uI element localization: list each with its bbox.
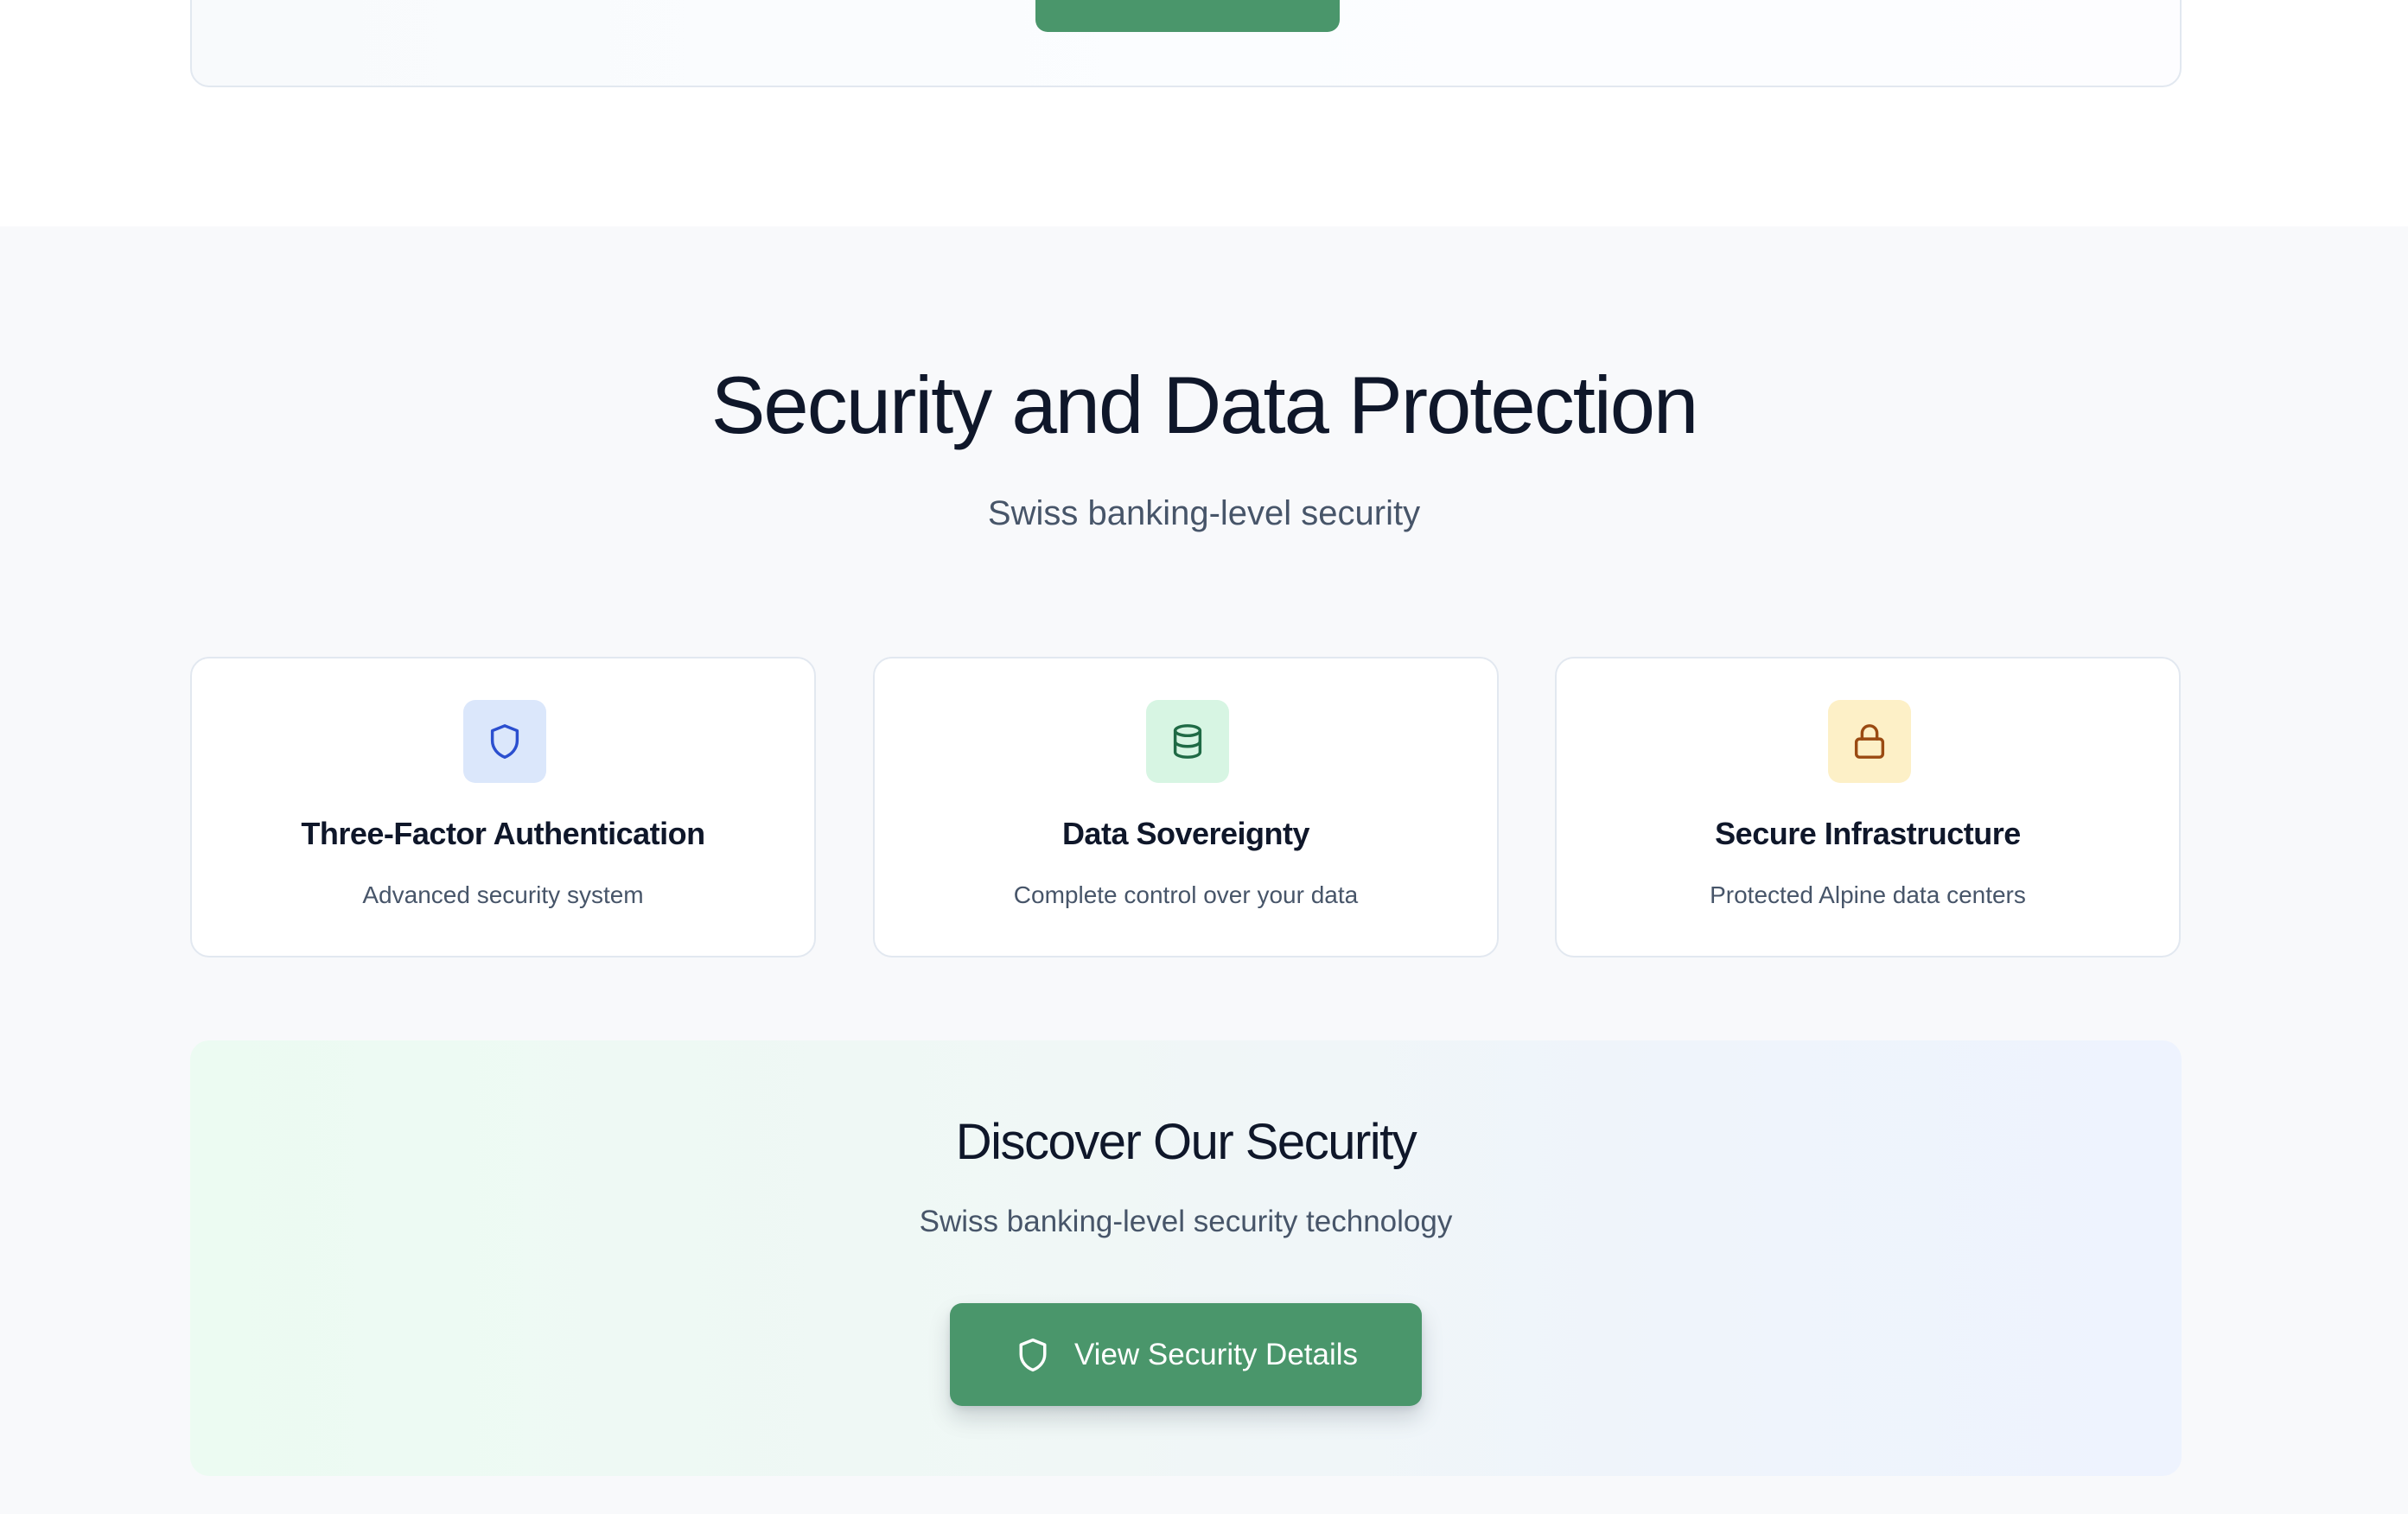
feature-card-secure-infrastructure: Secure Infrastructure Protected Alpine d… xyxy=(1555,657,2181,957)
feature-description: Complete control over your data xyxy=(1013,881,1359,908)
button-label: View Security Details xyxy=(1073,1337,1359,1371)
security-section: Security and Data Protection Swiss banki… xyxy=(0,226,2408,1514)
page: Security and Data Protection Swiss banki… xyxy=(0,0,2408,1514)
previous-section-button[interactable] xyxy=(1035,0,1340,32)
lock-icon xyxy=(1828,700,1911,783)
feature-title: Three-Factor Authentication xyxy=(301,816,705,851)
cta-panel: Discover Our Security Swiss banking-leve… xyxy=(190,1040,2182,1476)
previous-section-card xyxy=(190,0,2182,87)
feature-description: Protected Alpine data centers xyxy=(1710,881,2026,908)
section-title: Security and Data Protection xyxy=(710,359,1699,450)
feature-title: Data Sovereignty xyxy=(1061,816,1310,851)
feature-card-data-sovereignty: Data Sovereignty Complete control over y… xyxy=(873,657,1499,957)
feature-title: Secure Infrastructure xyxy=(1715,816,2021,851)
shield-icon xyxy=(463,700,546,783)
cta-subtitle: Swiss banking-level security technology xyxy=(919,1205,1453,1238)
section-subtitle: Swiss banking-level security xyxy=(987,494,1421,532)
cta-title: Discover Our Security xyxy=(955,1114,1417,1170)
shield-icon xyxy=(1014,1336,1052,1374)
feature-description: Advanced security system xyxy=(362,881,644,908)
view-security-details-button[interactable]: View Security Details xyxy=(950,1303,1422,1406)
feature-card-three-factor-authentication: Three-Factor Authentication Advanced sec… xyxy=(190,657,816,957)
database-icon xyxy=(1146,700,1229,783)
